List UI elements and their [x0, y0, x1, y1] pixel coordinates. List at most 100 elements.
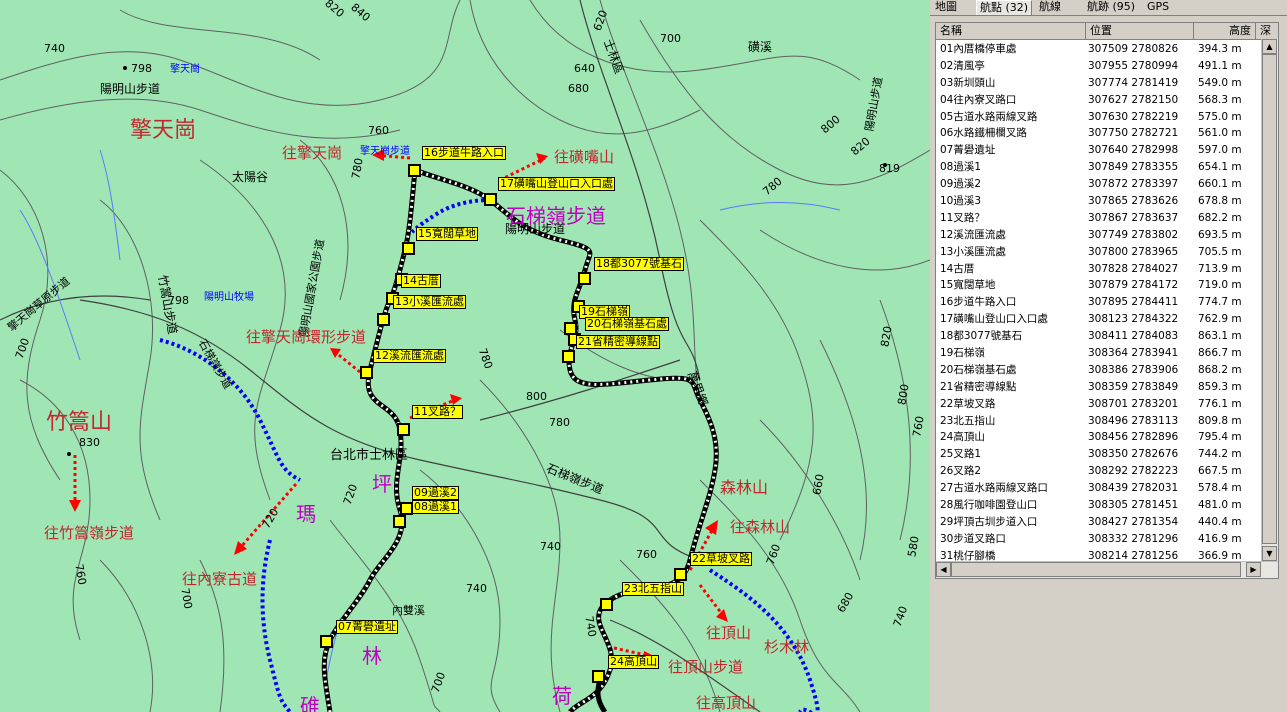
list-item[interactable]: 11叉路？ 307867 2783637 682.2 m — [936, 210, 1261, 227]
waypoint-marker[interactable] — [320, 635, 333, 648]
waypoint-marker[interactable] — [393, 515, 406, 528]
waypoint-label[interactable]: 18都3077號基石 — [594, 257, 684, 271]
list-item[interactable]: 21省精密導線點 308359 2783849 859.3 m — [936, 379, 1261, 396]
waypoint-label[interactable]: 12溪流匯流處 — [373, 349, 446, 363]
waypoint-name: 19石梯嶺 — [940, 347, 985, 360]
waypoint-name: 15寬闊草地 — [940, 279, 996, 292]
waypoint-label[interactable]: 09過溪2 — [412, 486, 459, 500]
list-item[interactable]: 20石梯嶺基石處 308386 2783906 868.2 m — [936, 362, 1261, 379]
list-item[interactable]: 18都3077號基石 308411 2784083 863.1 m — [936, 328, 1261, 345]
list-item[interactable]: 25叉路1 308350 2782676 744.2 m — [936, 446, 1261, 463]
hscroll-thumb[interactable] — [951, 562, 1241, 577]
waypoint-label[interactable]: 16步道牛路入口 — [422, 146, 506, 160]
list-item[interactable]: 02清風亭 307955 2780994 491.1 m — [936, 58, 1261, 75]
waypoint-label[interactable]: 08過溪1 — [412, 500, 459, 514]
list-item[interactable]: 08過溪1 307849 2783355 654.1 m — [936, 159, 1261, 176]
waypoint-label[interactable]: 13小溪匯流處 — [393, 295, 466, 309]
contour-lines — [0, 0, 930, 712]
list-item[interactable]: 17磺嘴山登山口入口處 308123 2784322 762.9 m — [936, 311, 1261, 328]
tab-tracks[interactable]: 航跡 (95) — [1084, 0, 1138, 14]
header-elevation[interactable]: 高度 — [1194, 23, 1256, 39]
header-depth[interactable]: 深 — [1256, 23, 1278, 39]
list-item[interactable]: 13小溪匯流處 307800 2783965 705.5 m — [936, 244, 1261, 261]
contour-label: 800 — [526, 390, 547, 403]
tab-map[interactable]: 地圖 — [932, 0, 960, 14]
list-item[interactable]: 05古道水路兩線叉路 307630 2782219 575.0 m — [936, 109, 1261, 126]
list-item[interactable]: 29坪頂古圳步道入口 308427 2781354 440.4 m — [936, 514, 1261, 531]
list-item[interactable]: 28風行咖啡園登山口 308305 2781451 481.0 m — [936, 497, 1261, 514]
list-item[interactable]: 27古道水路兩線叉路口 308439 2782031 578.4 m — [936, 480, 1261, 497]
waypoint-label[interactable]: 21省精密導線點 — [576, 335, 660, 349]
list-item[interactable]: 30步道叉路口 308332 2781296 416.9 m — [936, 531, 1261, 548]
waypoint-position: 308427 2781354 — [1088, 515, 1179, 528]
waypoint-label[interactable]: 11叉路？ — [412, 405, 463, 419]
header-position[interactable]: 位置 — [1086, 23, 1194, 39]
list-item[interactable]: 03新圳頭山 307774 2781419 549.0 m — [936, 75, 1261, 92]
map-canvas — [0, 0, 930, 712]
scroll-right-arrow-icon[interactable]: ▶ — [1246, 562, 1261, 577]
waypoint-label[interactable]: 07菁礐遺址 — [336, 620, 398, 634]
peak-label: 碓 — [300, 694, 320, 712]
direction-arrows — [73, 153, 727, 658]
list-item[interactable]: 14古厝 307828 2784027 713.9 m — [936, 261, 1261, 278]
vertical-scrollbar[interactable]: ▲ ▼ — [1261, 39, 1278, 561]
waypoint-marker[interactable] — [592, 670, 605, 683]
waypoint-marker[interactable] — [578, 272, 591, 285]
scroll-thumb[interactable] — [1262, 54, 1277, 544]
list-item[interactable]: 19石梯嶺 308364 2783941 866.7 m — [936, 345, 1261, 362]
waypoint-position: 308305 2781451 — [1088, 499, 1179, 512]
waypoint-position: 307750 2782721 — [1088, 127, 1179, 140]
waypoint-list[interactable]: 名稱 位置 高度 深 01內厝橋停車處 307509 2780826 394.3 m… — [935, 22, 1279, 579]
waypoint-position: 308364 2783941 — [1088, 347, 1179, 360]
waypoint-marker[interactable] — [360, 366, 373, 379]
waypoint-marker[interactable] — [484, 193, 497, 206]
waypoint-marker[interactable] — [408, 164, 421, 177]
waypoint-marker[interactable] — [402, 242, 415, 255]
list-item[interactable]: 22草坡叉路 308701 2783201 776.1 m — [936, 396, 1261, 413]
list-item[interactable]: 26叉路2 308292 2782223 667.5 m — [936, 463, 1261, 480]
waypoint-label[interactable]: 23北五指山 — [622, 582, 684, 596]
list-item[interactable]: 12溪流匯流處 307749 2783802 693.5 m — [936, 227, 1261, 244]
waypoint-label[interactable]: 17磺嘴山登山口入口處 — [498, 177, 615, 191]
tab-routes[interactable]: 航線 — [1036, 0, 1064, 14]
waypoint-name: 20石梯嶺基石處 — [940, 363, 1017, 376]
tab-gps[interactable]: GPS — [1144, 0, 1172, 14]
list-item[interactable]: 10過溪3 307865 2783626 678.8 m — [936, 193, 1261, 210]
waypoint-marker[interactable] — [397, 423, 410, 436]
horizontal-scrollbar[interactable]: ◀ ▶ — [936, 561, 1278, 578]
list-item[interactable]: 23北五指山 308496 2783113 809.8 m — [936, 413, 1261, 430]
scroll-left-arrow-icon[interactable]: ◀ — [936, 562, 951, 577]
header-name[interactable]: 名稱 — [936, 23, 1086, 39]
waypoint-marker[interactable] — [377, 313, 390, 326]
waypoint-label[interactable]: 24高頂山 — [608, 655, 659, 669]
waypoint-marker[interactable] — [600, 598, 613, 611]
waypoint-name: 07菁礐遺址 — [940, 144, 996, 157]
tab-waypoints[interactable]: 航點 (32) — [976, 0, 1033, 15]
scroll-down-arrow-icon[interactable]: ▼ — [1262, 546, 1277, 561]
waypoint-marker[interactable] — [674, 568, 687, 581]
waypoint-elevation: 394.3 m — [1198, 43, 1242, 55]
waypoint-label[interactable]: 22草坡叉路 — [690, 552, 752, 566]
topo-map[interactable]: 820 840 760 740 780 740 720 700 760 700 … — [0, 0, 930, 712]
direction-label: 往內寮古道 — [182, 570, 258, 588]
list-item[interactable]: 09過溪2 307872 2783397 660.1 m — [936, 176, 1261, 193]
waypoint-position: 307955 2780994 — [1088, 59, 1179, 72]
waypoint-elevation: 561.0 m — [1198, 127, 1242, 140]
list-item[interactable]: 01內厝橋停車處 307509 2780826 394.3 m — [936, 41, 1261, 58]
waypoint-position: 308456 2782896 — [1088, 431, 1179, 444]
scroll-up-arrow-icon[interactable]: ▲ — [1262, 39, 1277, 54]
waypoint-name: 04往內寮叉路口 — [940, 93, 1017, 106]
waypoint-marker[interactable] — [562, 350, 575, 363]
list-item[interactable]: 15寬闊草地 307879 2784172 719.0 m — [936, 277, 1261, 294]
list-item[interactable]: 24高頂山 308456 2782896 795.4 m — [936, 429, 1261, 446]
list-item[interactable]: 04往內寮叉路口 307627 2782150 568.3 m — [936, 92, 1261, 109]
waypoint-label[interactable]: 20石梯嶺基石處 — [585, 317, 669, 331]
list-item[interactable]: 16步道牛路入口 307895 2784411 774.7 m — [936, 294, 1261, 311]
waypoint-label[interactable]: 15寬闊草地 — [416, 227, 478, 241]
waypoint-elevation: 654.1 m — [1198, 161, 1242, 174]
list-item[interactable]: 06水路鐵柵欄叉路 307750 2782721 561.0 m — [936, 125, 1261, 142]
waypoint-elevation: 693.5 m — [1198, 228, 1242, 241]
list-item[interactable]: 07菁礐遺址 307640 2782998 597.0 m — [936, 142, 1261, 159]
waypoint-label[interactable]: 14古厝 — [401, 274, 441, 288]
peak-label: 瑪 — [296, 502, 316, 526]
